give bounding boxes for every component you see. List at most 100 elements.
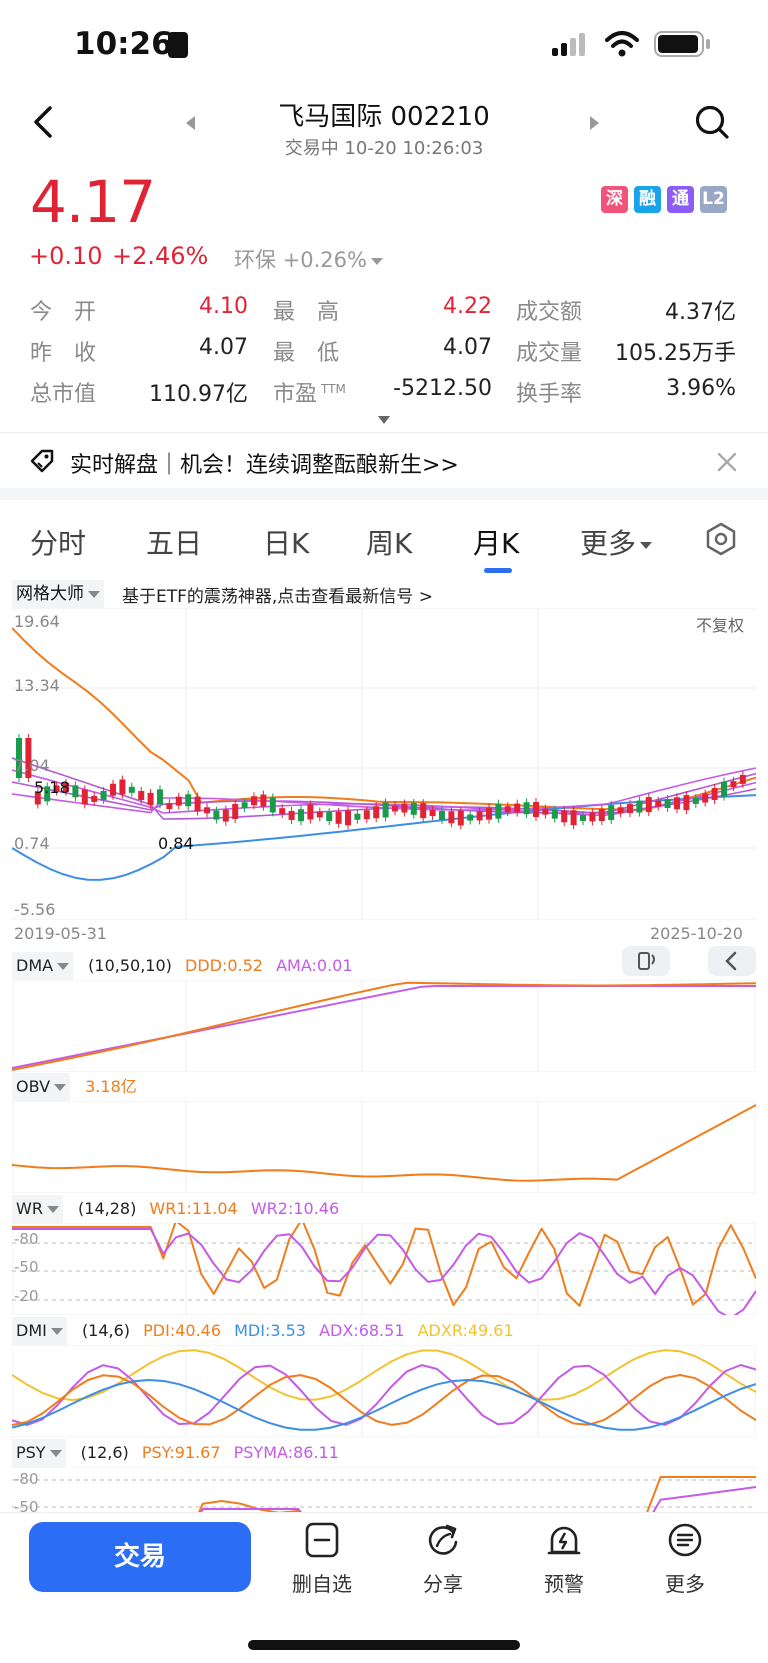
candle bbox=[627, 804, 633, 814]
alert-button[interactable]: 预警 bbox=[519, 1520, 609, 1597]
tab-4[interactable]: 月K bbox=[473, 522, 519, 562]
series-line bbox=[199, 1486, 756, 1513]
candle bbox=[739, 774, 746, 784]
grid-master-link[interactable]: 基于ETF的震荡神器,点击查看最新信号 > bbox=[122, 582, 433, 607]
chevron-left-icon bbox=[725, 951, 737, 971]
obv-header: OBV 3.18亿 bbox=[12, 1073, 137, 1101]
wr-params: (14,28) bbox=[78, 1199, 137, 1218]
chevron-down-icon bbox=[640, 541, 653, 549]
stat-value-5: 105.25万手 bbox=[615, 341, 736, 366]
more-label: 更多 bbox=[665, 1572, 705, 1596]
trade-button[interactable]: 交易 bbox=[29, 1522, 251, 1592]
expand-stats-icon[interactable] bbox=[378, 416, 390, 424]
dma-ama: AMA:0.01 bbox=[276, 956, 353, 975]
candle bbox=[401, 803, 408, 813]
dma-dropdown[interactable]: DMA bbox=[12, 952, 74, 980]
tab-3[interactable]: 周K bbox=[366, 522, 412, 562]
y-label-3: 7.04 bbox=[14, 756, 50, 775]
price-change-pct: +2.46% bbox=[112, 242, 209, 270]
candle bbox=[279, 808, 286, 815]
collapse-button[interactable] bbox=[708, 946, 756, 976]
obv-dropdown[interactable]: OBV bbox=[12, 1073, 71, 1101]
home-indicator bbox=[248, 1640, 520, 1650]
status-bar: 10:26 bbox=[0, 0, 768, 90]
y-label-top: 19.64 bbox=[14, 612, 60, 631]
wr-y-50: -50 bbox=[14, 1258, 39, 1276]
candle bbox=[533, 802, 539, 818]
candle bbox=[542, 808, 549, 815]
rotate-screen-button[interactable] bbox=[622, 946, 670, 976]
wr-dropdown[interactable]: WR bbox=[12, 1195, 63, 1223]
dma-chart bbox=[12, 980, 756, 1072]
psy-dropdown[interactable]: PSY bbox=[12, 1439, 66, 1467]
candle bbox=[269, 797, 276, 813]
remove-watchlist-button[interactable]: 删自选 bbox=[277, 1520, 367, 1597]
grid-master-dropdown[interactable]: 网格大师 bbox=[12, 580, 104, 608]
tab-1[interactable]: 五日 bbox=[146, 522, 202, 562]
share-button[interactable]: 分享 bbox=[398, 1520, 488, 1597]
price-change: +0.10 bbox=[29, 242, 103, 270]
candle bbox=[373, 806, 380, 819]
badge-0: 深 bbox=[601, 186, 628, 213]
chevron-down-icon bbox=[370, 257, 383, 265]
dmi-dropdown[interactable]: DMI bbox=[12, 1317, 67, 1345]
search-icon[interactable] bbox=[694, 104, 730, 140]
more-button[interactable]: 更多 bbox=[640, 1520, 730, 1597]
dmi-pdi: PDI:40.46 bbox=[143, 1321, 222, 1340]
alert-icon bbox=[547, 1526, 581, 1555]
candle bbox=[222, 809, 229, 822]
y-label-4: 0.74 bbox=[14, 834, 50, 853]
candle bbox=[730, 781, 737, 788]
dmi-chart bbox=[12, 1345, 756, 1437]
kline-chart[interactable] bbox=[12, 608, 756, 920]
tab-0[interactable]: 分时 bbox=[30, 522, 86, 562]
candle bbox=[166, 803, 173, 810]
candle bbox=[692, 797, 699, 804]
candle bbox=[138, 791, 145, 801]
wr2-value: WR2:10.46 bbox=[250, 1199, 340, 1218]
stat-value-7: -5212.50 bbox=[393, 376, 492, 401]
stat-label-4: 最 低 bbox=[273, 341, 340, 366]
trading-status: 交易中 10-20 10:26:03 bbox=[284, 138, 484, 159]
candle bbox=[335, 811, 342, 824]
obv-chart bbox=[12, 1101, 756, 1193]
stat-label-6: 总市值 bbox=[30, 382, 97, 407]
section-divider bbox=[0, 488, 768, 500]
candle bbox=[128, 786, 135, 793]
minus-box-icon bbox=[305, 1522, 339, 1558]
stat-label-8: 换手率 bbox=[516, 382, 583, 407]
candle bbox=[382, 802, 389, 818]
stat-value-0: 4.10 bbox=[199, 294, 248, 319]
candle bbox=[354, 813, 361, 820]
candle bbox=[636, 800, 643, 813]
wr-chart bbox=[12, 1223, 756, 1315]
chevron-down-icon bbox=[88, 590, 100, 598]
close-icon[interactable] bbox=[716, 451, 738, 473]
y-label-2: 13.34 bbox=[14, 676, 60, 695]
stat-value-6: 110.97亿 bbox=[149, 382, 248, 407]
settings-icon[interactable] bbox=[704, 522, 738, 556]
grid-master-label: 网格大师 bbox=[16, 584, 84, 604]
pe-sup: TTM bbox=[321, 381, 346, 396]
news-banner[interactable]: 实时解盘｜机会！连续调整酝酿新生>> bbox=[0, 432, 768, 489]
series-line bbox=[12, 1364, 756, 1426]
remove-watchlist-label: 删自选 bbox=[292, 1572, 352, 1596]
tab-2[interactable]: 日K bbox=[263, 522, 309, 562]
stat-value-3: 4.07 bbox=[199, 335, 248, 360]
dma-ddd: DDD:0.52 bbox=[185, 956, 263, 975]
status-time: 10:26 bbox=[74, 26, 173, 62]
current-price: 4.17 bbox=[30, 168, 156, 236]
stat-label-3: 昨 收 bbox=[30, 341, 97, 366]
stat-label-2: 成交额 bbox=[516, 300, 583, 325]
tab-5[interactable]: 更多 bbox=[580, 522, 653, 562]
fq-toggle[interactable]: 不复权 bbox=[696, 612, 744, 636]
date-start: 2019-05-31 bbox=[14, 924, 107, 943]
sector-link[interactable]: 环保 +0.26% bbox=[234, 244, 383, 274]
chevron-down-icon bbox=[50, 1328, 63, 1335]
chevron-down-icon bbox=[57, 963, 70, 970]
next-stock-icon[interactable] bbox=[590, 116, 599, 130]
candle bbox=[316, 811, 323, 818]
ma-lines bbox=[12, 627, 756, 881]
candle bbox=[721, 781, 727, 797]
share-label: 分享 bbox=[423, 1572, 463, 1596]
